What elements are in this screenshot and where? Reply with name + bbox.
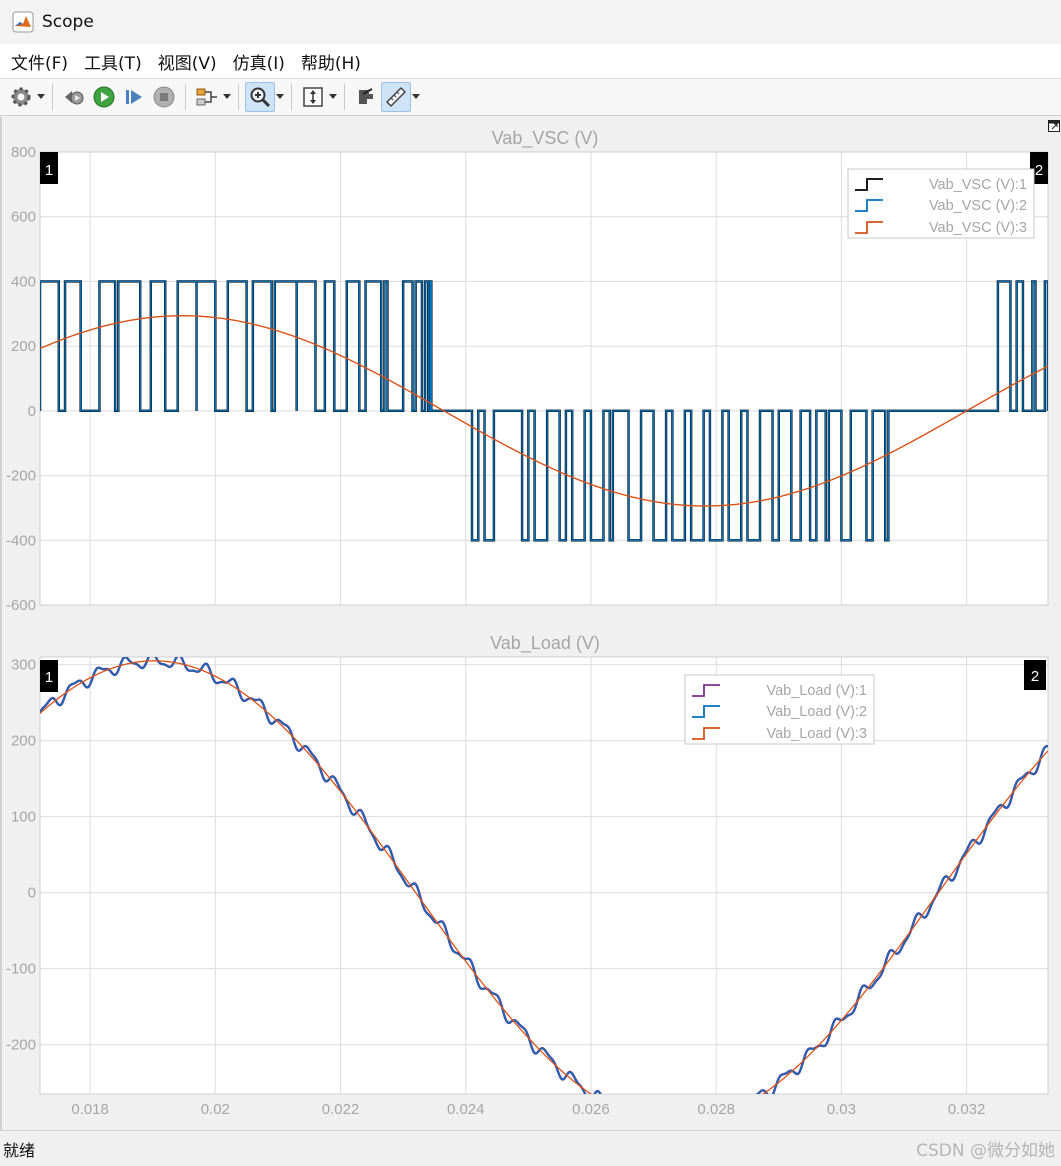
xtick-label: 0.026 xyxy=(572,1101,610,1118)
status-text: 就绪 xyxy=(3,1140,36,1160)
channel-badge-2-label: 2 xyxy=(1031,668,1039,685)
xtick-label: 0.022 xyxy=(322,1101,360,1118)
legend-vsc-label-2: Vab_VSC (V):2 xyxy=(929,198,1027,214)
axes-load-background[interactable] xyxy=(39,656,1049,1095)
axes-load-xtick-labels: 0.018 0.02 0.022 0.024 0.026 0.028 0.03 0.032 xyxy=(71,1101,985,1118)
legend-load-label-3: Vab_Load (V):3 xyxy=(767,726,868,742)
legend-vsc[interactable]: Vab_VSC (V):1 Vab_VSC (V):2 Vab_VSC (V):… xyxy=(847,168,1035,239)
axes-vsc-ytick-labels: 800 600 400 200 0 -200 -400 -600 xyxy=(6,144,36,614)
watermark-text: CSDN @微分如她 xyxy=(916,1141,1055,1161)
xtick-label: 0.02 xyxy=(201,1101,230,1118)
plot-title-vsc: Vab_VSC (V) xyxy=(492,128,599,149)
ytick-label: 200 xyxy=(11,338,36,355)
legend-vsc-label-1: Vab_VSC (V):1 xyxy=(929,177,1027,193)
ytick-label: -600 xyxy=(6,597,36,614)
ytick-label: 300 xyxy=(11,657,36,674)
ytick-label: 800 xyxy=(11,144,36,161)
legend-load-label-2: Vab_Load (V):2 xyxy=(767,704,868,720)
channel-badge-1-label: 1 xyxy=(45,669,53,686)
ytick-label: 0 xyxy=(28,403,36,420)
ytick-label: -200 xyxy=(6,1037,36,1054)
ytick-label: 200 xyxy=(11,733,36,750)
ytick-label: -400 xyxy=(6,532,36,549)
xtick-label: 0.03 xyxy=(827,1101,856,1118)
xtick-label: 0.032 xyxy=(948,1101,986,1118)
channel-badge-1-label: 1 xyxy=(45,162,53,179)
ytick-label: 100 xyxy=(11,809,36,826)
legend-vsc-label-3: Vab_VSC (V):3 xyxy=(929,220,1027,236)
legend-load[interactable]: Vab_Load (V):1 Vab_Load (V):2 Vab_Load (… xyxy=(684,674,875,745)
ytick-label: 0 xyxy=(28,885,36,902)
xtick-label: 0.028 xyxy=(697,1101,735,1118)
status-bar: 就绪 xyxy=(0,1130,1061,1166)
channel-badge-2-label: 2 xyxy=(1035,162,1043,179)
ytick-label: -100 xyxy=(6,961,36,978)
xtick-label: 0.024 xyxy=(447,1101,485,1118)
xtick-label: 0.018 xyxy=(71,1101,109,1118)
ytick-label: -200 xyxy=(6,468,36,485)
scope-plots: Vab_VSC (V) 8006004002000-200-400-600 1 … xyxy=(6,128,1049,1118)
ytick-label: 400 xyxy=(11,273,36,290)
legend-load-label-1: Vab_Load (V):1 xyxy=(767,683,868,699)
ytick-label: 600 xyxy=(11,209,36,226)
axes-load-ytick-labels: 300 200 100 0 -100 -200 xyxy=(6,657,36,1054)
plot-title-load: Vab_Load (V) xyxy=(490,633,600,654)
